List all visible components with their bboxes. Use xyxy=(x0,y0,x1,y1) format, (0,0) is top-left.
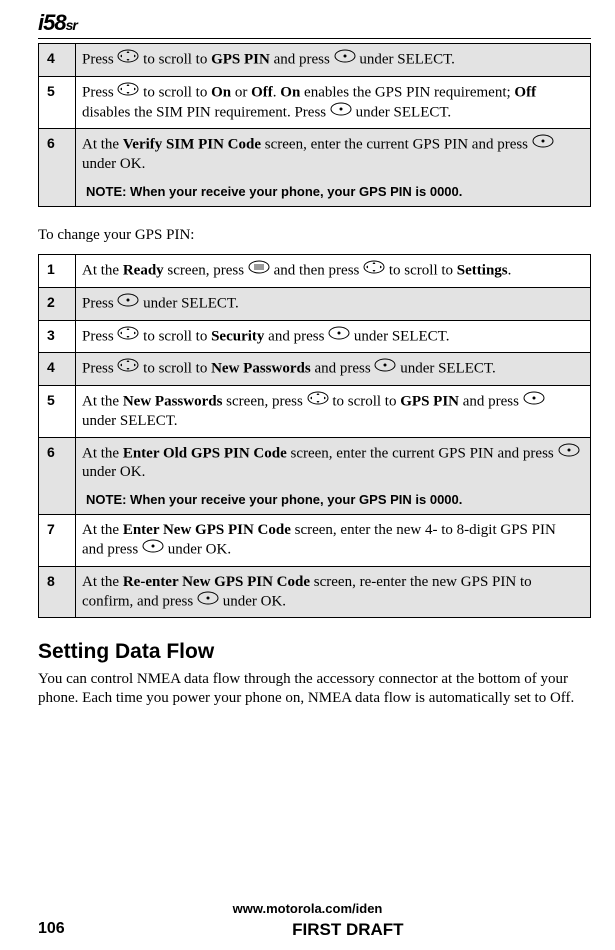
table-row: 7 At the Enter New GPS PIN Code screen, … xyxy=(39,515,591,567)
step-number: 2 xyxy=(39,287,76,320)
scroll-icon xyxy=(117,49,139,69)
softkey-icon xyxy=(197,591,219,611)
table-row: 5 Press to scroll to On or Off. On enabl… xyxy=(39,76,591,129)
step-text: At the New Passwords screen, press to sc… xyxy=(76,386,591,438)
scroll-icon xyxy=(117,82,139,102)
step-number: 3 xyxy=(39,320,76,353)
step-number: 6 xyxy=(39,129,76,207)
softkey-icon xyxy=(330,102,352,122)
softkey-icon xyxy=(117,293,139,313)
step-text: Press to scroll to New Passwords and pre… xyxy=(76,353,591,386)
step-number: 5 xyxy=(39,76,76,129)
table-row: 1 At the Ready screen, press and then pr… xyxy=(39,255,591,288)
step-text: Press to scroll to GPS PIN and press und… xyxy=(76,44,591,77)
intro-text: To change your GPS PIN: xyxy=(38,227,591,244)
softkey-icon xyxy=(374,358,396,378)
softkey-icon xyxy=(328,326,350,346)
step-text: At the Enter Old GPS PIN Code screen, en… xyxy=(76,437,591,515)
step-number: 4 xyxy=(39,353,76,386)
table-row: 3 Press to scroll to Security and press … xyxy=(39,320,591,353)
table-row: 4 Press to scroll to New Passwords and p… xyxy=(39,353,591,386)
page: i58sr 4 Press to scroll to GPS PIN and p… xyxy=(0,0,615,950)
step-number: 1 xyxy=(39,255,76,288)
note-text: NOTE: When your receive your phone, your… xyxy=(86,492,580,508)
softkey-icon xyxy=(334,49,356,69)
step-text: At the Verify SIM PIN Code screen, enter… xyxy=(76,129,591,207)
softkey-icon xyxy=(558,443,580,463)
header-rule xyxy=(38,38,591,39)
table-row: 6 At the Verify SIM PIN Code screen, ent… xyxy=(39,129,591,207)
step-number: 8 xyxy=(39,566,76,618)
step-text: At the Re-enter New GPS PIN Code screen,… xyxy=(76,566,591,618)
scroll-icon xyxy=(307,391,329,411)
section-paragraph: You can control NMEA data flow through t… xyxy=(38,670,591,708)
section-heading: Setting Data Flow xyxy=(38,640,591,664)
scroll-icon xyxy=(363,260,385,280)
step-text: Press to scroll to Security and press un… xyxy=(76,320,591,353)
step-number: 7 xyxy=(39,515,76,567)
steps-table-2: 1 At the Ready screen, press and then pr… xyxy=(38,254,591,618)
footer-spacer xyxy=(551,920,591,940)
table-row: 8 At the Re-enter New GPS PIN Code scree… xyxy=(39,566,591,618)
softkey-icon xyxy=(532,134,554,154)
step-number: 4 xyxy=(39,44,76,77)
logo-suffix: sr xyxy=(66,17,77,33)
page-number: 106 xyxy=(38,920,65,940)
draft-label: FIRST DRAFT xyxy=(292,920,403,940)
footer-url: www.motorola.com/iden xyxy=(0,901,615,916)
step-text: At the Enter New GPS PIN Code screen, en… xyxy=(76,515,591,567)
step-number: 6 xyxy=(39,437,76,515)
step-text: Press under SELECT. xyxy=(76,287,591,320)
softkey-icon xyxy=(523,391,545,411)
table-row: 6 At the Enter Old GPS PIN Code screen, … xyxy=(39,437,591,515)
steps-table-1: 4 Press to scroll to GPS PIN and press u… xyxy=(38,43,591,207)
table-row: 4 Press to scroll to GPS PIN and press u… xyxy=(39,44,591,77)
step-text: At the Ready screen, press and then pres… xyxy=(76,255,591,288)
step-text: Press to scroll to On or Off. On enables… xyxy=(76,76,591,129)
logo-main: i58 xyxy=(38,10,66,35)
model-logo: i58sr xyxy=(38,10,591,36)
footer-line: 106 FIRST DRAFT xyxy=(38,920,591,940)
scroll-icon xyxy=(117,358,139,378)
softkey-icon xyxy=(142,539,164,559)
menu-icon xyxy=(248,260,270,280)
step-number: 5 xyxy=(39,386,76,438)
scroll-icon xyxy=(117,326,139,346)
note-text: NOTE: When your receive your phone, your… xyxy=(86,184,580,200)
table-row: 2 Press under SELECT. xyxy=(39,287,591,320)
table-row: 5 At the New Passwords screen, press to … xyxy=(39,386,591,438)
